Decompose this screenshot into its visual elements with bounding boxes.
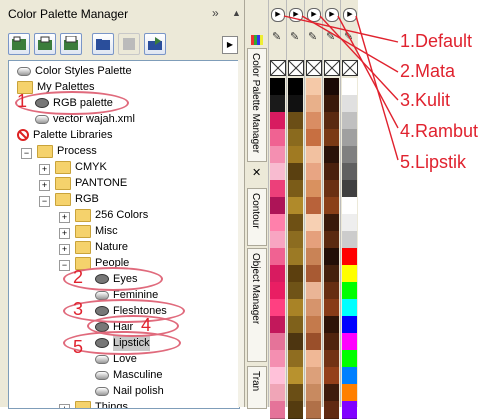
annotation-label-rambut: 4.Rambut: [400, 121, 479, 141]
annotation-label-kulit: 3.Kulit: [400, 90, 451, 110]
annotation-label-lipstik: 5.Lipstik: [400, 152, 467, 172]
annotation-label-default: 1.Default: [400, 31, 473, 51]
annotation-label-mata: 2.Mata: [400, 61, 456, 81]
